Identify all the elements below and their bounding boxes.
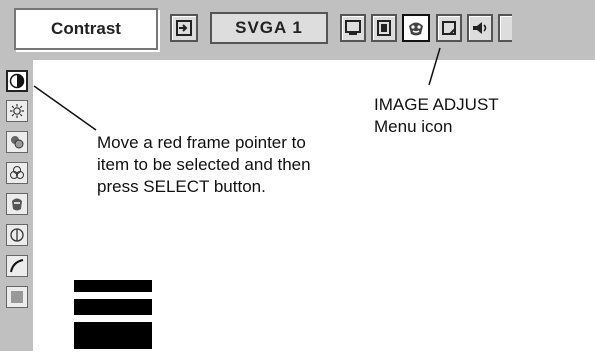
- menu-icon-note: IMAGE ADJUST Menu icon: [374, 94, 499, 138]
- level-bar: [74, 280, 152, 292]
- instruction-line: Move a red frame pointer to: [97, 133, 306, 152]
- instruction-line: item to be selected and then: [97, 155, 311, 174]
- level-bar: [74, 322, 152, 349]
- level-indicator: [74, 280, 152, 356]
- instruction-line: press SELECT button.: [97, 177, 266, 196]
- menu-icon-note-line: IMAGE ADJUST: [374, 95, 499, 114]
- menu-icon-note-line: Menu icon: [374, 117, 453, 136]
- instruction-note: Move a red frame pointer to item to be s…: [97, 132, 311, 198]
- level-bar: [74, 299, 152, 315]
- menu-icon-leader-line: [428, 47, 441, 86]
- instruction-leader-line: [33, 85, 97, 131]
